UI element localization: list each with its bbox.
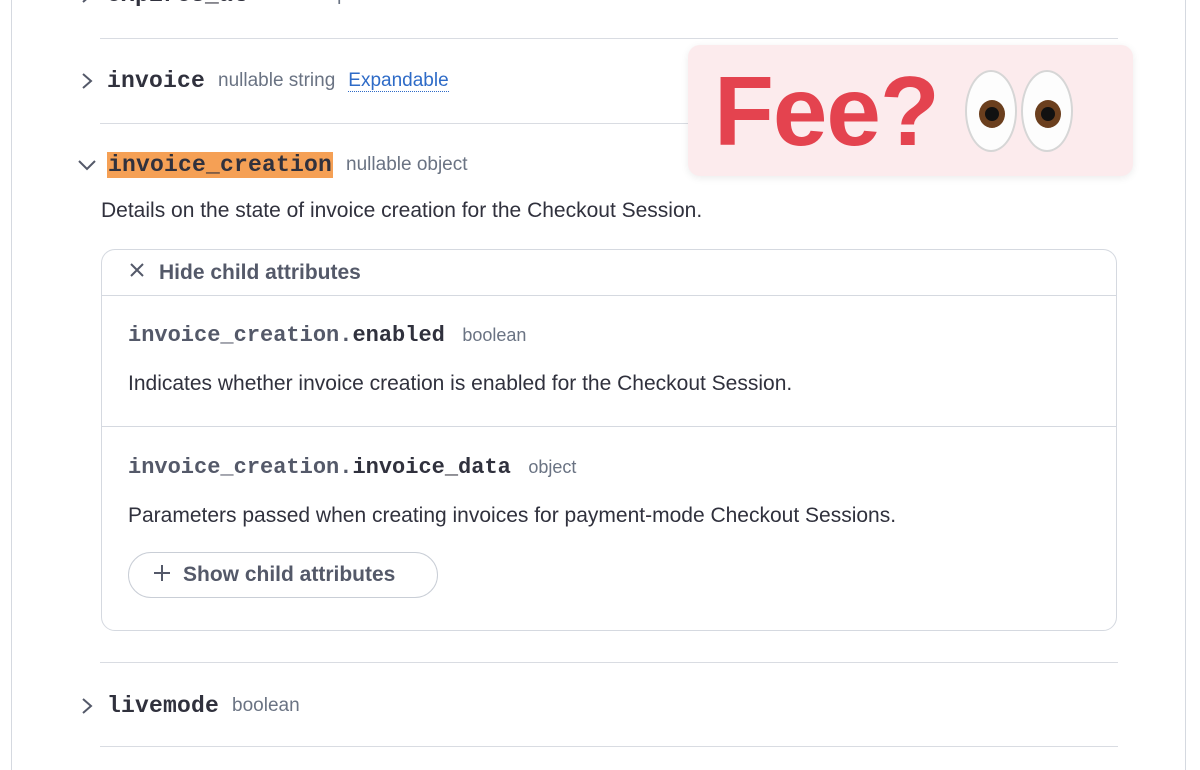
close-icon <box>129 262 145 283</box>
annotation-overlay: Fee? <box>688 45 1133 176</box>
show-child-attributes-label: Show child attributes <box>183 563 396 586</box>
attribute-type: nullable object <box>346 154 468 175</box>
child-attribute-description: Parameters passed when creating invoices… <box>128 504 897 527</box>
eyes-icon <box>964 69 1073 152</box>
expandable-link[interactable]: Expandable <box>348 70 449 92</box>
divider <box>100 746 1118 747</box>
attribute-type: boolean <box>232 695 300 716</box>
hide-child-attributes-label: Hide child attributes <box>159 260 361 284</box>
child-attribute-type: object <box>528 457 577 477</box>
eye-left <box>964 69 1017 152</box>
eye-right <box>1020 69 1073 152</box>
chevron-right-icon[interactable] <box>77 71 97 91</box>
attribute-name: invoice <box>107 68 206 94</box>
child-attributes-panel: Hide child attributes invoice_creation.e… <box>101 249 1117 631</box>
child-attribute-description: Indicates whether invoice creation is en… <box>128 372 793 395</box>
attribute-name: livemode <box>107 693 220 719</box>
attribute-name: expires_at <box>107 0 247 8</box>
hide-child-attributes-button[interactable]: Hide child attributes <box>102 250 1116 296</box>
divider <box>100 662 1118 663</box>
attribute-row-invoice[interactable]: invoice nullable string Expandable <box>77 66 449 96</box>
chevron-right-icon[interactable] <box>77 0 97 5</box>
chevron-down-icon[interactable] <box>77 155 97 175</box>
attribute-name-highlighted: invoice_creation <box>107 152 334 178</box>
show-child-attributes-button[interactable]: Show child attributes <box>128 552 438 598</box>
divider <box>102 426 1116 427</box>
child-attribute-invoice-data: invoice_creation.invoice_data object Par… <box>102 455 1116 528</box>
attribute-type: timestamp <box>260 0 348 6</box>
attribute-row-invoice-creation[interactable]: invoice_creation nullable object <box>77 150 468 180</box>
chevron-right-icon[interactable] <box>77 696 97 716</box>
child-attribute-name: invoice_creation.invoice_data <box>128 455 511 480</box>
attribute-row-livemode[interactable]: livemode boolean <box>77 691 300 721</box>
child-attribute-name: invoice_creation.enabled <box>128 323 445 348</box>
attribute-description: Details on the state of invoice creation… <box>101 199 703 222</box>
plus-icon <box>153 564 171 587</box>
attribute-type: nullable string <box>218 70 336 91</box>
attribute-row-expires-at[interactable]: expires_at timestamp <box>77 0 348 8</box>
child-attribute-enabled: invoice_creation.enabled boolean Indicat… <box>102 323 1116 396</box>
divider <box>100 38 1118 39</box>
child-attribute-type: boolean <box>462 325 527 345</box>
annotation-text: Fee? <box>714 55 940 166</box>
